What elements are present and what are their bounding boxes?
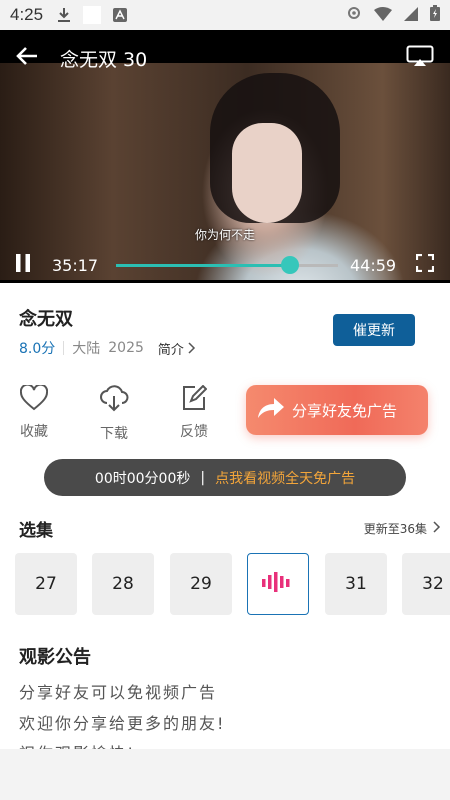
ad-free-bar[interactable]: 00时00分00秒 | 点我看视频全天免广告	[44, 459, 406, 496]
episode-item-playing[interactable]	[247, 553, 309, 615]
video-player[interactable]: 你为何不走 念无双 30 35:17 44:59	[0, 30, 450, 283]
settings-gear-icon	[346, 5, 362, 25]
notice-line: 欢迎你分享给更多的朋友!	[19, 714, 226, 733]
status-time: 4:25	[10, 5, 44, 24]
chevron-right-icon	[188, 341, 196, 358]
video-scene-face	[232, 123, 302, 223]
current-time: 35:17	[52, 255, 99, 275]
total-time: 44:59	[350, 255, 397, 275]
heart-icon	[19, 383, 49, 415]
fullscreen-icon[interactable]	[415, 253, 435, 276]
download-icon	[57, 7, 71, 23]
player-top-bar: 念无双 30	[0, 30, 450, 86]
favorite-label: 收藏	[20, 424, 48, 440]
show-score: 8.0分	[19, 341, 56, 357]
cast-screen-icon[interactable]	[406, 45, 434, 71]
feedback-button[interactable]: 反馈	[174, 384, 214, 441]
show-region: 大陆	[72, 341, 101, 357]
cloud-download-icon	[99, 385, 129, 417]
share-remove-ads-button[interactable]: 分享好友免广告	[246, 385, 428, 435]
pause-icon[interactable]	[16, 254, 30, 276]
episode-item[interactable]: 29	[170, 553, 232, 615]
download-label: 下载	[100, 426, 128, 442]
intro-label: 简介	[157, 342, 184, 358]
episode-item[interactable]: 27	[15, 553, 77, 615]
battery-icon	[430, 5, 440, 25]
notice-title: 观影公告	[19, 647, 91, 668]
player-title: 念无双 30	[60, 48, 148, 71]
episode-item[interactable]: 28	[92, 553, 154, 615]
status-bar: 4:25	[0, 0, 450, 30]
player-controls: 35:17 44:59	[0, 248, 450, 282]
meta-divider	[63, 341, 65, 355]
progress-slider[interactable]	[116, 255, 338, 274]
download-button[interactable]: 下载	[94, 385, 134, 443]
progress-knob[interactable]	[281, 255, 300, 274]
text-icon	[113, 8, 128, 22]
notice-line: 分享好友可以免视频广告	[19, 683, 218, 702]
episode-list: 27 28 29 31 32	[15, 553, 450, 615]
favorite-button[interactable]: 收藏	[14, 383, 54, 441]
intro-link[interactable]: 简介	[158, 339, 196, 358]
edit-note-icon	[181, 384, 208, 415]
ad-free-timer: 00时00分00秒	[94, 470, 191, 487]
ad-bar-divider: |	[200, 469, 206, 486]
share-arrow-icon	[258, 398, 284, 422]
episodes-title: 选集	[19, 521, 53, 541]
episodes-header: 选集 更新至36集	[19, 516, 441, 541]
chevron-right-icon	[433, 521, 441, 536]
back-arrow-icon[interactable]	[16, 46, 38, 70]
wifi-icon	[374, 6, 392, 25]
episodes-update-info: 更新至36集	[363, 522, 427, 536]
action-row: 收藏 下载 反馈 分享好友免广告	[0, 383, 450, 445]
bottom-bar	[0, 749, 450, 800]
show-title: 念无双	[19, 309, 73, 330]
episode-item[interactable]: 31	[325, 553, 387, 615]
show-year: 2025	[108, 340, 144, 356]
episode-item[interactable]: 32	[402, 553, 450, 615]
notification-icon	[83, 6, 102, 24]
playing-equalizer-icon	[262, 571, 294, 597]
progress-fill	[116, 263, 291, 267]
episodes-update-link[interactable]: 更新至36集	[364, 520, 441, 537]
urge-update-button[interactable]: 催更新	[333, 314, 415, 346]
signal-icon	[404, 6, 418, 25]
share-ad-label: 分享好友免广告	[292, 401, 398, 420]
watch-video-ad-free-link[interactable]: 点我看视频全天免广告	[215, 468, 355, 488]
show-meta: 8.0分 大陆 2025 简介	[19, 338, 196, 358]
feedback-label: 反馈	[180, 424, 208, 440]
video-subtitle: 你为何不走	[194, 228, 255, 242]
